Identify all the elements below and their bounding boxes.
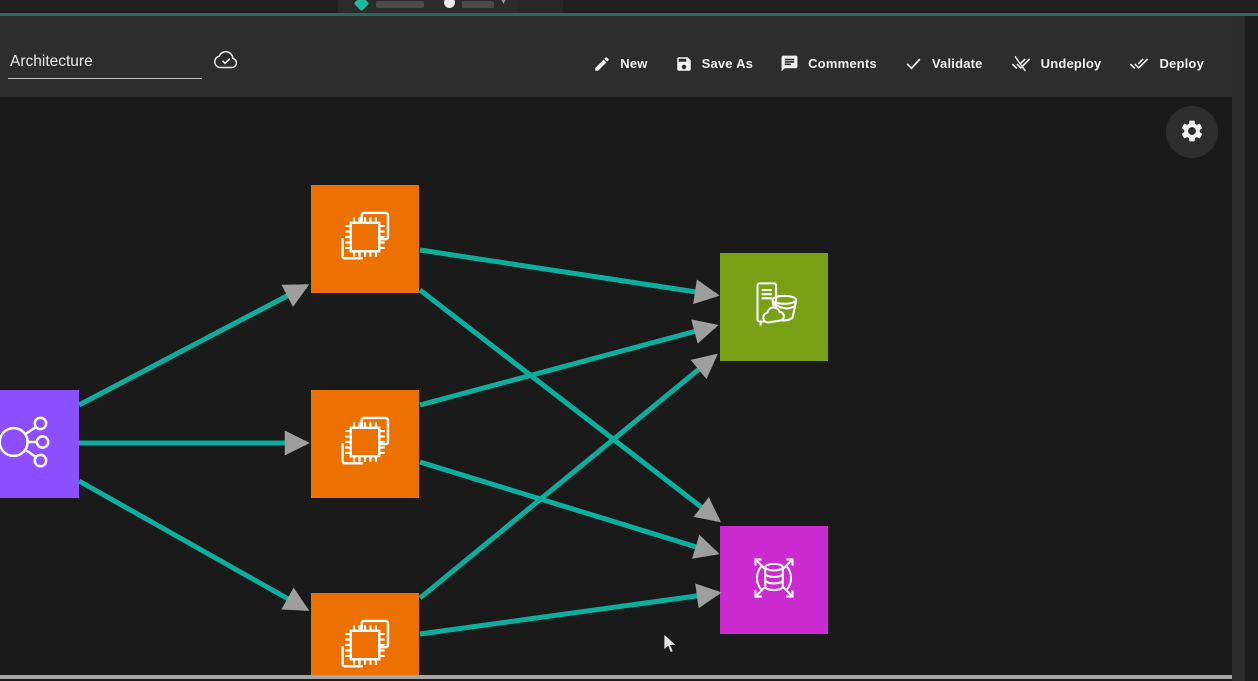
double-check-slash-icon: [1010, 54, 1032, 73]
tab-title-fragment: [462, 1, 494, 8]
double-check-icon: [1128, 54, 1150, 73]
edge-compute-2-to-storage[interactable]: [420, 326, 715, 405]
validate-button[interactable]: Validate: [904, 54, 983, 73]
edge-load-balancer-to-compute-1[interactable]: [79, 286, 306, 405]
tab-title-fragment: [376, 1, 424, 8]
storage-backup-icon: [741, 272, 807, 343]
user-avatar-icon: [444, 0, 455, 8]
undeploy-button[interactable]: Undeploy: [1010, 54, 1102, 73]
diagram-title-input[interactable]: [8, 51, 202, 79]
action-button-label: Comments: [808, 56, 877, 71]
diagram-title-group: [8, 48, 240, 79]
deploy-button[interactable]: Deploy: [1128, 54, 1204, 73]
canvas-settings-button[interactable]: [1166, 106, 1218, 158]
toolbar: New Save As Comments Validate Undeploy D…: [0, 16, 1232, 97]
new-button[interactable]: New: [593, 55, 647, 73]
load-balancer-icon: [0, 409, 58, 480]
save-as-button[interactable]: Save As: [675, 55, 754, 73]
edge-compute-1-to-database[interactable]: [420, 290, 718, 520]
browser-tab-stub[interactable]: ▾: [338, 0, 517, 13]
node-compute-3[interactable]: [311, 593, 419, 675]
edge-compute-3-to-storage[interactable]: [420, 356, 715, 598]
cloud-saved-icon: [212, 48, 240, 76]
app-window: ▾ New Save As Comments Validate: [0, 0, 1258, 681]
browser-tab-strip: ▾: [0, 0, 1258, 13]
save-icon: [675, 55, 693, 73]
node-compute-2[interactable]: [311, 390, 419, 498]
action-button-label: Deploy: [1159, 56, 1204, 71]
chevron-down-icon: ▾: [501, 0, 506, 7]
pencil-icon: [593, 55, 611, 73]
action-button-label: New: [620, 56, 647, 71]
edge-compute-2-to-database[interactable]: [420, 462, 716, 553]
vertical-scrollbar[interactable]: [1232, 16, 1245, 681]
app-logo-icon: [354, 0, 370, 11]
browser-tab-stub-2[interactable]: [517, 0, 563, 13]
diagram-canvas[interactable]: [0, 97, 1232, 675]
node-database[interactable]: [720, 526, 828, 634]
edge-layer: [0, 97, 1232, 675]
edge-compute-1-to-storage[interactable]: [420, 250, 716, 295]
comment-icon: [780, 54, 799, 73]
compute-chip-icon: [330, 407, 400, 482]
node-storage[interactable]: [720, 253, 828, 361]
compute-chip-icon: [330, 202, 400, 277]
toolbar-actions: New Save As Comments Validate Undeploy D…: [593, 54, 1204, 73]
horizontal-scrollbar[interactable]: [0, 675, 1232, 679]
node-compute-1[interactable]: [311, 185, 419, 293]
compute-chip-icon: [330, 610, 400, 676]
gear-icon: [1179, 118, 1205, 147]
action-button-label: Save As: [702, 56, 754, 71]
check-icon: [904, 54, 923, 73]
edge-compute-3-to-database[interactable]: [420, 593, 718, 634]
node-load-balancer[interactable]: [0, 390, 79, 498]
edge-load-balancer-to-compute-3[interactable]: [79, 481, 306, 609]
action-button-label: Validate: [932, 56, 983, 71]
scalable-database-icon: [741, 545, 807, 616]
action-button-label: Undeploy: [1041, 56, 1102, 71]
comments-button[interactable]: Comments: [780, 54, 877, 73]
